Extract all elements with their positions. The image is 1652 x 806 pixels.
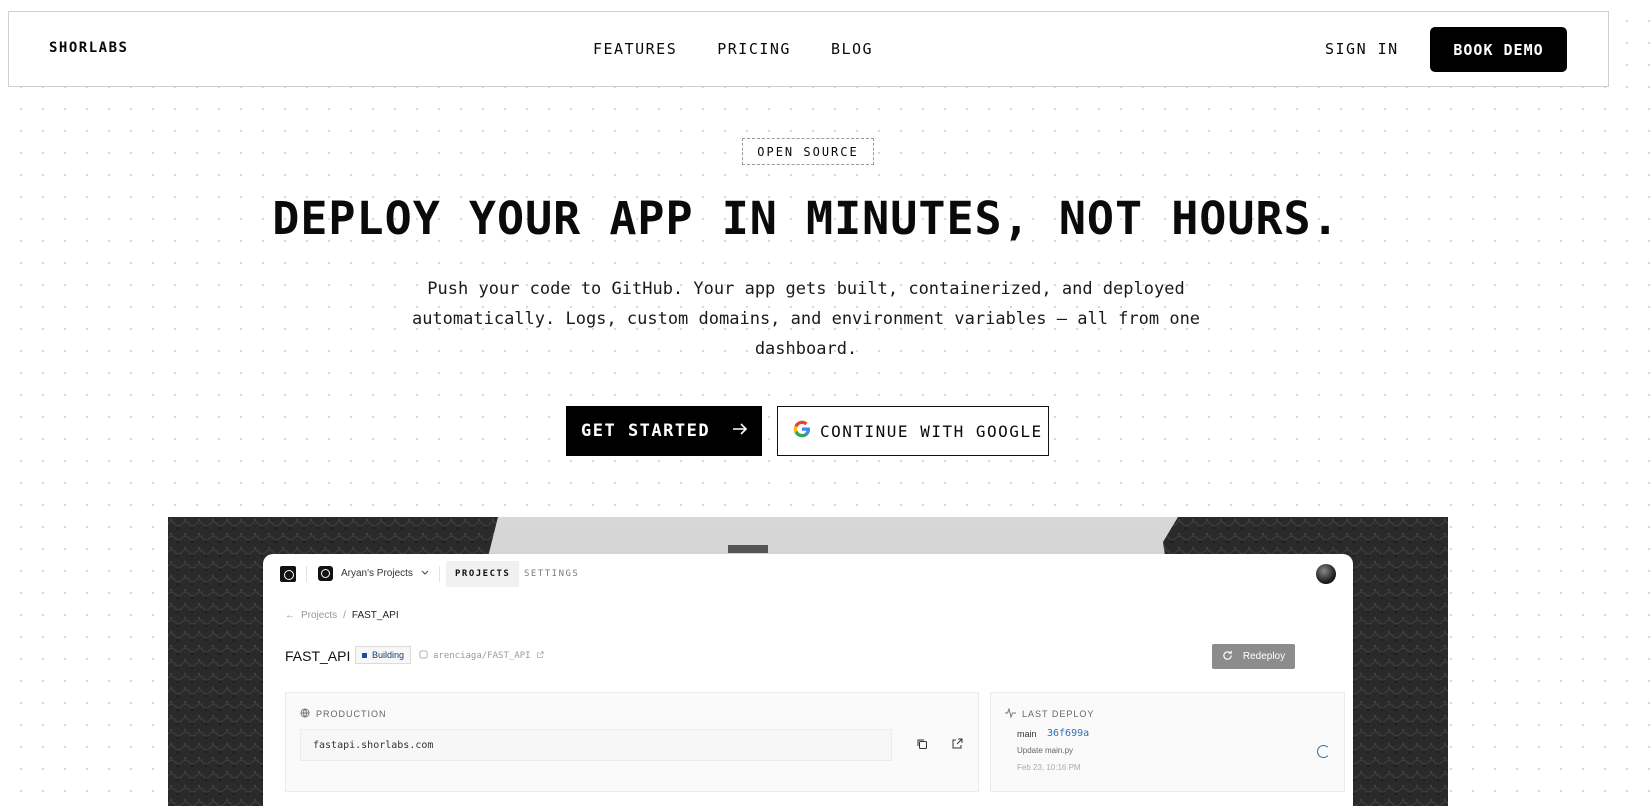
user-avatar[interactable] bbox=[1316, 564, 1336, 584]
project-title: FAST_API bbox=[285, 648, 351, 664]
get-started-label: GET STARTED bbox=[581, 421, 711, 441]
brand-logo[interactable]: SHORLABS bbox=[49, 40, 128, 56]
nav-links: FEATURES PRICING BLOG bbox=[593, 40, 873, 58]
commit-message: Update main.py bbox=[1017, 746, 1074, 755]
github-icon bbox=[419, 650, 428, 662]
redeploy-button[interactable]: Redeploy bbox=[1212, 644, 1295, 669]
workspace-avatar-icon bbox=[318, 566, 333, 581]
loading-spinner-icon bbox=[1317, 745, 1330, 758]
deploy-timestamp: Feb 23, 10:16 PM bbox=[1017, 763, 1081, 772]
shorlabs-logo-icon[interactable] bbox=[280, 566, 296, 582]
tab-settings[interactable]: SETTINGS bbox=[515, 561, 588, 587]
external-link-icon bbox=[536, 650, 544, 662]
production-label: PRODUCTION bbox=[316, 709, 387, 719]
dashboard-topbar: Aryan's Projects PROJECTS SETTINGS bbox=[263, 554, 1353, 594]
production-label-row: PRODUCTION bbox=[300, 708, 387, 720]
activity-icon bbox=[1005, 707, 1016, 720]
redeploy-label: Redeploy bbox=[1242, 651, 1286, 662]
nav-link-features[interactable]: FEATURES bbox=[593, 40, 677, 58]
hero-subheadline: Push your code to GitHub. Your app gets … bbox=[380, 274, 1232, 364]
status-badge: Building bbox=[355, 646, 412, 664]
breadcrumb-separator: / bbox=[343, 610, 346, 621]
workspace-switcher[interactable]: Aryan's Projects bbox=[318, 566, 429, 581]
deploy-branch: main bbox=[1017, 729, 1037, 739]
breadcrumb: ← Projects / FAST_API bbox=[285, 610, 399, 621]
nav-link-blog[interactable]: BLOG bbox=[831, 40, 873, 58]
arrow-left-icon: ← bbox=[285, 610, 295, 621]
last-deploy-card: LAST DEPLOY main 36f699a Update main.py … bbox=[990, 692, 1345, 792]
refresh-icon bbox=[1222, 650, 1233, 664]
divider bbox=[439, 566, 440, 582]
workspace-name: Aryan's Projects bbox=[341, 568, 413, 579]
hero-headline: DEPLOY YOUR APP IN MINUTES, NOT HOURS. bbox=[272, 192, 1340, 245]
arrow-right-icon bbox=[732, 421, 748, 441]
top-navbar: SHORLABS FEATURES PRICING BLOG SIGN IN B… bbox=[8, 11, 1609, 87]
tab-projects[interactable]: PROJECTS bbox=[446, 561, 520, 587]
get-started-button[interactable]: GET STARTED bbox=[566, 406, 762, 456]
open-source-badge: OPEN SOURCE bbox=[742, 138, 874, 165]
chevron-down-icon bbox=[421, 568, 429, 579]
production-url-field[interactable]: fastapi.shorlabs.com bbox=[300, 729, 892, 761]
last-deploy-label-row: LAST DEPLOY bbox=[1005, 707, 1095, 720]
breadcrumb-projects-link[interactable]: Projects bbox=[301, 610, 337, 621]
globe-icon bbox=[300, 708, 310, 720]
hero-subline: Push your code to GitHub. Your app gets … bbox=[427, 279, 1185, 299]
external-link-icon[interactable] bbox=[951, 737, 965, 751]
continue-with-google-button[interactable]: CONTINUE WITH GOOGLE bbox=[777, 406, 1049, 456]
status-label: Building bbox=[372, 650, 405, 660]
dashboard-preview: Aryan's Projects PROJECTS SETTINGS ← Pro… bbox=[263, 554, 1353, 806]
product-showcase: Aryan's Projects PROJECTS SETTINGS ← Pro… bbox=[168, 517, 1448, 806]
production-card: PRODUCTION fastapi.shorlabs.com bbox=[285, 692, 979, 792]
commit-hash-link[interactable]: 36f699a bbox=[1047, 728, 1089, 739]
hero-subline: automatically. Logs, custom domains, and… bbox=[411, 309, 1201, 329]
repo-name: arenciaga/FAST_API bbox=[433, 651, 531, 661]
sign-in-link[interactable]: SIGN IN bbox=[1325, 40, 1399, 58]
repo-link[interactable]: arenciaga/FAST_API bbox=[419, 650, 544, 662]
last-deploy-label: LAST DEPLOY bbox=[1022, 709, 1095, 719]
hero-subline: dashboard. bbox=[754, 339, 858, 359]
breadcrumb-current: FAST_API bbox=[351, 610, 399, 621]
nav-link-pricing[interactable]: PRICING bbox=[717, 40, 791, 58]
copy-icon[interactable] bbox=[916, 737, 930, 751]
divider bbox=[306, 566, 307, 582]
continue-with-google-label: CONTINUE WITH GOOGLE bbox=[820, 421, 1043, 441]
status-dot-icon bbox=[362, 652, 367, 658]
google-icon bbox=[792, 419, 812, 443]
book-demo-button[interactable]: BOOK DEMO bbox=[1430, 27, 1567, 72]
